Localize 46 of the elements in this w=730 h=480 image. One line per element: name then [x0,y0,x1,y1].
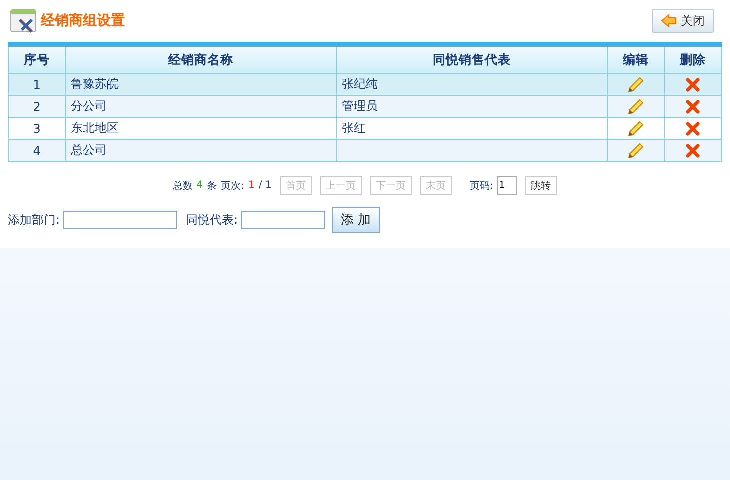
table-cell: 张红 [336,118,608,140]
jump-button[interactable]: 跳转 [525,176,558,195]
table-cell: 鲁豫苏皖 [66,74,336,96]
department-label: 添加部门: [8,212,60,228]
table-cell: 1 [8,74,66,96]
pencil-icon[interactable] [626,76,645,94]
pencil-icon[interactable] [626,98,645,116]
table-cell: 东北地区 [66,118,336,140]
back-arrow-icon [661,14,677,28]
table-cell: 管理员 [336,96,608,118]
table-cell: 张纪纯 [336,74,608,96]
table-cell: 4 [8,140,66,162]
settings-tools-icon [10,8,38,34]
table-cell: 3 [8,118,66,140]
column-header: 经销商名称 [66,44,336,74]
table-cell: 2 [8,96,66,118]
delete-icon[interactable] [686,122,700,136]
rep-field[interactable] [241,211,326,229]
column-header: 删除 [664,44,722,74]
table-row[interactable]: 2 分公司 管理员 [8,96,722,118]
delete-icon[interactable] [686,100,700,114]
column-header: 序号 [8,44,66,74]
page-number-field[interactable]: 1 [497,176,518,195]
delete-icon[interactable] [686,144,700,158]
current-page: 1 [248,180,255,191]
rep-label: 同悦代表: [186,212,238,228]
table-cell: 分公司 [66,96,336,118]
page-title: 经销商组设置 [41,12,126,30]
page-number-label: 页码: [470,180,494,192]
delete-icon[interactable] [686,78,700,92]
pencil-icon[interactable] [626,120,645,138]
table-row[interactable]: 4 总公司 [8,140,722,162]
column-header: 同悦销售代表 [336,44,608,74]
department-field[interactable] [63,211,178,229]
unit-label: 条 [207,180,218,192]
add-button[interactable]: 添 加 [332,207,380,233]
table-cell: 总公司 [66,140,336,162]
table-row[interactable]: 3 东北地区 张红 [8,118,722,140]
close-button[interactable]: 关闭 [652,9,714,33]
pencil-icon[interactable] [626,142,645,160]
table-row[interactable]: 1 鲁豫苏皖 张纪纯 [8,74,722,96]
column-header: 编辑 [607,44,664,74]
page-label: 页次: [221,180,245,192]
total-count: 4 [196,180,204,191]
total-label: 总数 [172,180,193,192]
page-count: / 1 [258,180,272,191]
